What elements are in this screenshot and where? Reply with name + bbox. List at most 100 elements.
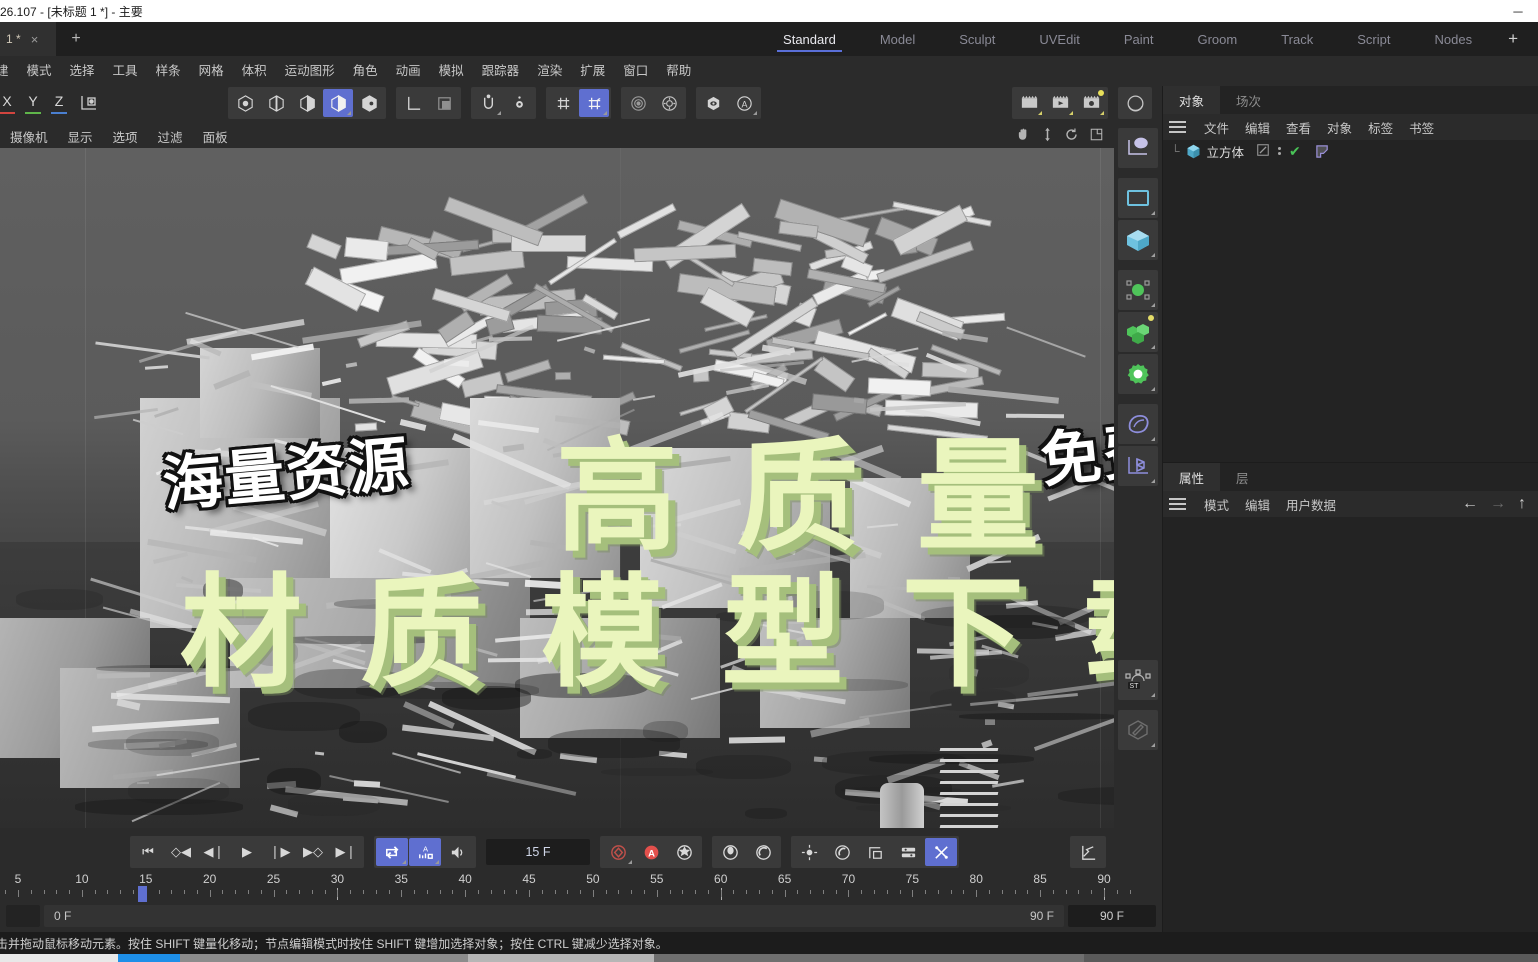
menu-item-6[interactable]: 体积 bbox=[233, 60, 276, 79]
snap-settings-icon[interactable] bbox=[504, 89, 534, 117]
object-row-cube[interactable]: └ 立方体 ✔ bbox=[1163, 140, 1538, 162]
object-mode-icon[interactable] bbox=[354, 89, 384, 117]
render-settings-icon[interactable] bbox=[1076, 89, 1106, 117]
attribute-manager-menu-2[interactable]: 用户数据 bbox=[1278, 495, 1344, 514]
autokeying-button[interactable]: A bbox=[635, 838, 667, 866]
viewport-render-region-icon[interactable] bbox=[654, 89, 684, 117]
point-level-animation-button[interactable] bbox=[714, 838, 746, 866]
keyframe-selection-button[interactable] bbox=[668, 838, 700, 866]
model-mode-icon[interactable] bbox=[323, 89, 353, 117]
viewport-target-icon[interactable] bbox=[623, 89, 653, 117]
animation-mode-button[interactable] bbox=[747, 838, 779, 866]
point-mode-icon[interactable] bbox=[230, 89, 260, 117]
attribute-manager-tab-1[interactable]: 层 bbox=[1220, 463, 1265, 491]
world-axis-icon[interactable] bbox=[72, 89, 106, 117]
object-name-label[interactable]: 立方体 bbox=[1207, 142, 1245, 161]
layout-tab-sculpt[interactable]: Sculpt bbox=[937, 22, 1017, 56]
max-frame-field[interactable]: 90 F bbox=[1068, 905, 1156, 927]
viewport-menu-4[interactable]: 面板 bbox=[193, 127, 238, 146]
add-layout-tab-button[interactable]: + bbox=[1494, 22, 1532, 56]
material-sphere-icon[interactable] bbox=[1120, 89, 1150, 117]
viewport-menu-0[interactable]: 摄像机 bbox=[0, 127, 58, 146]
menu-item-8[interactable]: 角色 bbox=[344, 60, 387, 79]
timeline-ruler[interactable]: 5 10 15 20 25 30 35 40 45 50 55 60 65 70 75 80 85 90 bbox=[0, 872, 1162, 902]
range-left-nub[interactable] bbox=[6, 905, 40, 927]
play-button[interactable]: ▶ bbox=[231, 838, 263, 866]
axis-lock-y[interactable]: Y bbox=[20, 89, 46, 117]
menu-item-3[interactable]: 工具 bbox=[104, 60, 147, 79]
render-picture-viewer-icon[interactable] bbox=[1045, 89, 1075, 117]
cube-primitive-icon[interactable] bbox=[1118, 220, 1158, 260]
simulation-tag-icon[interactable]: ST bbox=[1118, 660, 1158, 700]
object-manager-menu-2[interactable]: 查看 bbox=[1278, 118, 1319, 137]
position-key-button[interactable] bbox=[793, 838, 825, 866]
rotation-key-button[interactable] bbox=[826, 838, 858, 866]
object-manager-menu-3[interactable]: 对象 bbox=[1319, 118, 1360, 137]
workplane-grid-icon[interactable] bbox=[548, 89, 578, 117]
object-manager-tab-1[interactable]: 场次 bbox=[1220, 86, 1277, 114]
document-tab[interactable]: 1 * × bbox=[0, 22, 56, 56]
axis-lock-x[interactable]: X bbox=[0, 89, 20, 117]
enabled-check-icon[interactable]: ✔ bbox=[1289, 143, 1301, 160]
scale-key-button[interactable] bbox=[859, 838, 891, 866]
annotation-a-icon[interactable]: A bbox=[729, 89, 759, 117]
menu-item-1[interactable]: 模式 bbox=[18, 60, 61, 79]
attribute-manager-hamburger-icon[interactable] bbox=[1169, 498, 1186, 510]
viewport-menu-1[interactable]: 显示 bbox=[58, 127, 103, 146]
layout-tab-model[interactable]: Model bbox=[858, 22, 937, 56]
timeline-playhead[interactable] bbox=[137, 886, 147, 902]
rectangle-spline-icon[interactable] bbox=[1118, 178, 1158, 218]
axis-lock-z[interactable]: Z bbox=[46, 89, 72, 117]
parameter-key-button[interactable] bbox=[892, 838, 924, 866]
viewport-menu-3[interactable]: 过滤 bbox=[148, 127, 193, 146]
edit-pencil-icon[interactable] bbox=[1118, 710, 1158, 750]
attribute-manager-menu-1[interactable]: 编辑 bbox=[1237, 495, 1278, 514]
object-manager-tab-0[interactable]: 对象 bbox=[1163, 86, 1221, 114]
axis-handle-icon[interactable] bbox=[1118, 128, 1158, 168]
object-manager-menu-0[interactable]: 文件 bbox=[1196, 118, 1237, 137]
effector-gear-icon[interactable] bbox=[1118, 354, 1158, 394]
cube-object-icon[interactable] bbox=[1186, 144, 1201, 159]
attribute-manager-menu-0[interactable]: 模式 bbox=[1196, 495, 1237, 514]
environment-axis-icon[interactable] bbox=[1118, 446, 1158, 486]
null-object-icon[interactable] bbox=[1118, 270, 1158, 310]
go-to-start-button[interactable]: ⏮ bbox=[132, 838, 164, 866]
menu-item-13[interactable]: 扩展 bbox=[571, 60, 614, 79]
menu-item-5[interactable]: 网格 bbox=[190, 60, 233, 79]
viewport[interactable]: 摄像机 显示 选项 过滤 面板 海量资源 免费网站 高 质 量 材 质 模 型 … bbox=[0, 124, 1114, 828]
phong-tag-icon[interactable] bbox=[1315, 144, 1329, 158]
edit-visibility-icon[interactable] bbox=[1256, 143, 1270, 160]
nav-back-button[interactable]: ← bbox=[1462, 495, 1478, 513]
layout-tab-paint[interactable]: Paint bbox=[1102, 22, 1176, 56]
loop-playback-button[interactable] bbox=[376, 838, 408, 866]
nav-forward-button[interactable]: → bbox=[1490, 495, 1506, 513]
mograph-cloner-icon[interactable] bbox=[1118, 312, 1158, 352]
layout-tab-track[interactable]: Track bbox=[1259, 22, 1335, 56]
prev-key-button[interactable]: ◇◀ bbox=[165, 838, 197, 866]
menu-item-11[interactable]: 跟踪器 bbox=[473, 60, 529, 79]
dolly-icon[interactable] bbox=[1041, 127, 1054, 145]
object-manager-menu-1[interactable]: 编辑 bbox=[1237, 118, 1278, 137]
viewport-scene[interactable]: 海量资源 免费网站 高 质 量 材 质 模 型 下 载 站 bbox=[0, 148, 1114, 828]
object-manager-list[interactable]: └ 立方体 ✔ bbox=[1163, 140, 1538, 462]
menu-item-12[interactable]: 渲染 bbox=[528, 60, 571, 79]
close-icon[interactable]: × bbox=[31, 32, 39, 47]
rotate-icon[interactable] bbox=[1064, 127, 1079, 145]
new-document-button[interactable]: + bbox=[56, 22, 96, 56]
next-key-button[interactable]: ▶◇ bbox=[297, 838, 329, 866]
viewport-menu-2[interactable]: 选项 bbox=[103, 127, 148, 146]
minimize-button[interactable]: ─ bbox=[1504, 4, 1532, 19]
polygon-mode-icon[interactable] bbox=[292, 89, 322, 117]
menu-item-9[interactable]: 动画 bbox=[387, 60, 430, 79]
visibility-eye-icon[interactable] bbox=[698, 89, 728, 117]
maximize-view-icon[interactable] bbox=[1089, 127, 1104, 145]
layout-tab-uvedit[interactable]: UVEdit bbox=[1017, 22, 1101, 56]
preview-range-bar[interactable]: 0 F 90 F bbox=[44, 905, 1064, 927]
menu-item-14[interactable]: 窗口 bbox=[614, 60, 657, 79]
axis-local-icon[interactable] bbox=[398, 89, 428, 117]
nav-up-button[interactable]: ↑ bbox=[1518, 495, 1526, 513]
step-back-button[interactable]: ◀❘ bbox=[198, 838, 230, 866]
menu-item-0[interactable]: 建 bbox=[0, 60, 18, 79]
layout-tab-nodes[interactable]: Nodes bbox=[1412, 22, 1494, 56]
timeline-graph-button[interactable] bbox=[1072, 838, 1104, 866]
